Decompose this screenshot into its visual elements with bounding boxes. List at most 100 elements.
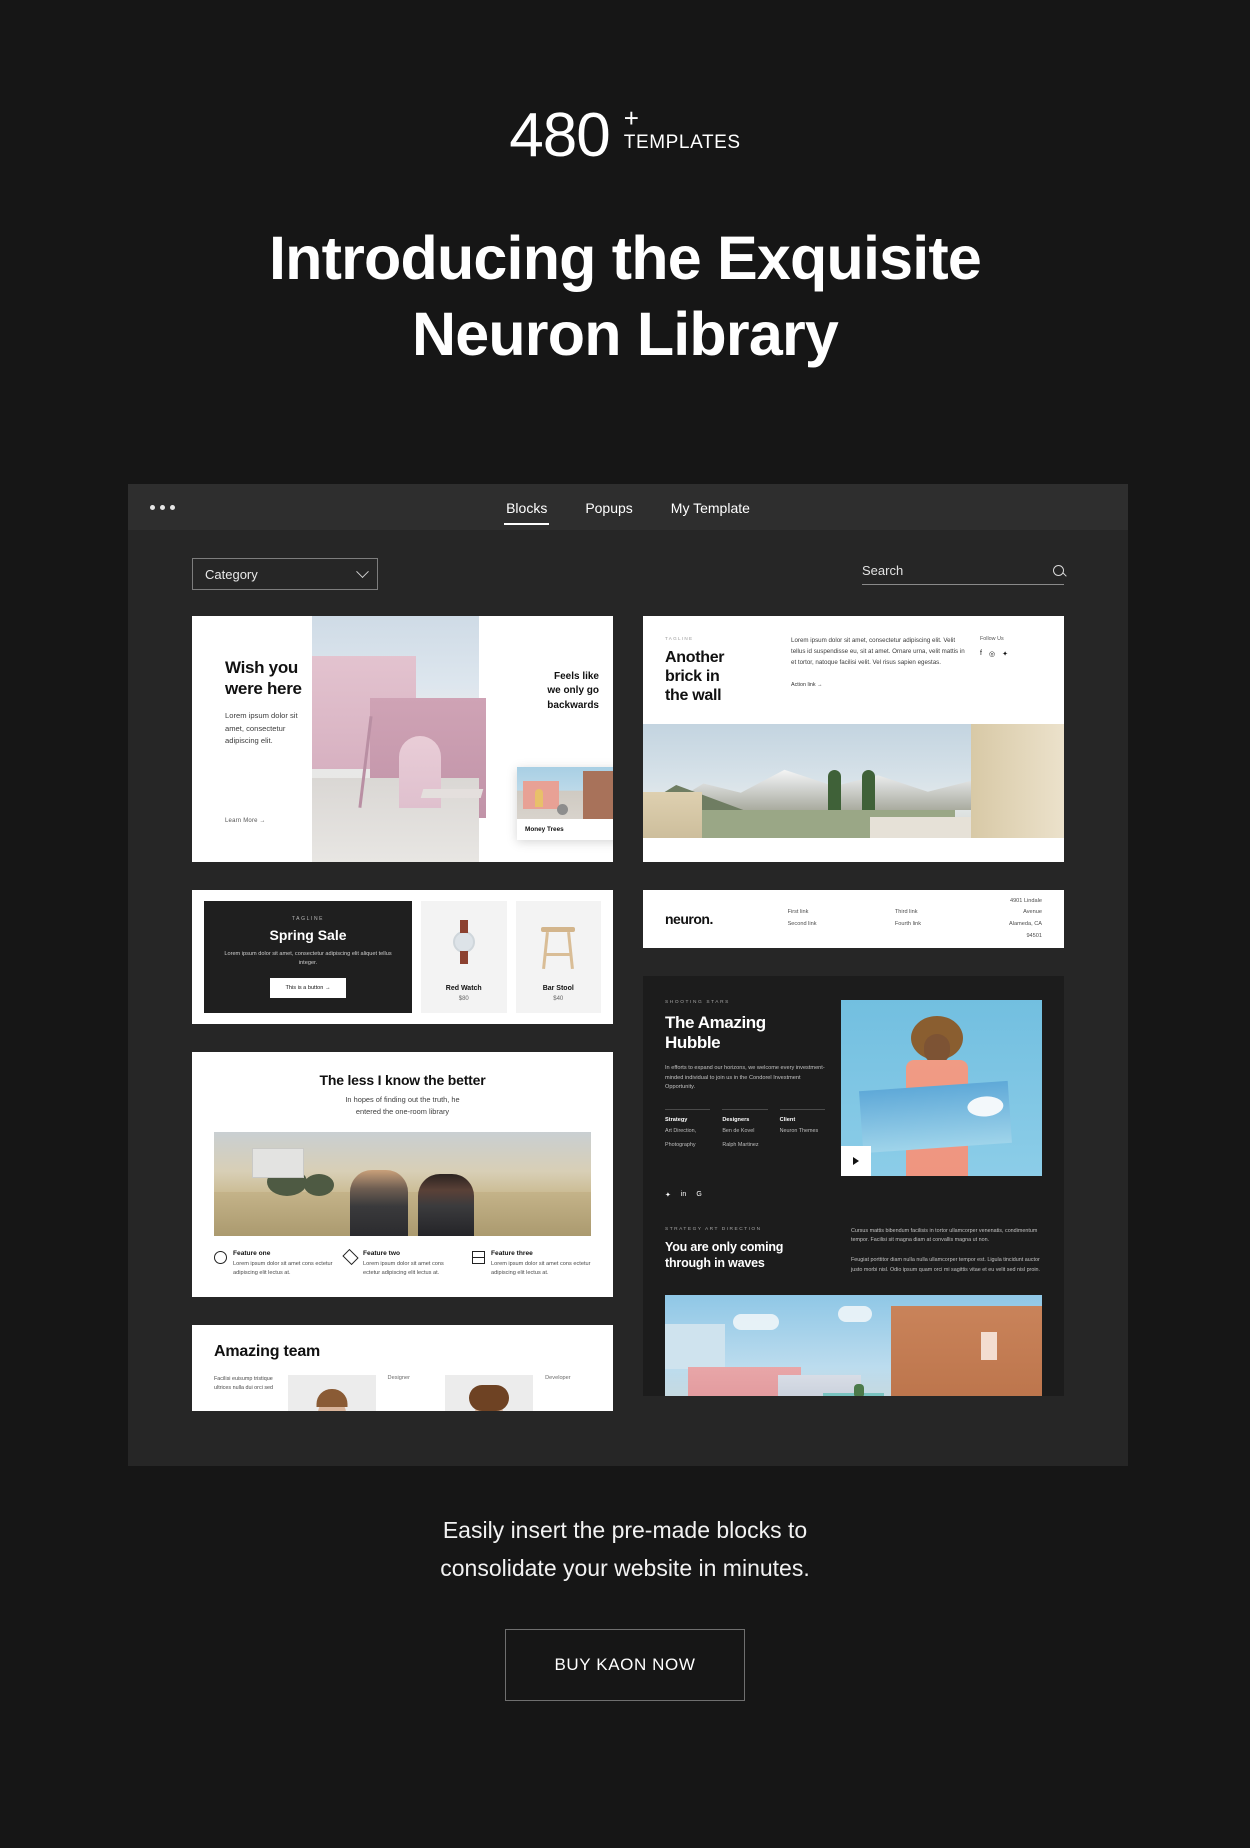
hubble-row: SHOOTING STARS The Amazing Hubble In eff… [665, 1000, 1042, 1199]
brick-title-line3: the wall [665, 687, 722, 705]
team-title: Amazing team [214, 1343, 321, 1360]
footer-link[interactable]: First link [788, 907, 861, 919]
template-card-spring-sale[interactable]: TAGLINE Spring Sale Lorem ipsum dolor si… [192, 890, 613, 1024]
template-card-neuron-footer[interactable]: neuron. First link Second link Third lin… [643, 890, 1064, 948]
money-trees-label-row: Money Trees → [517, 819, 613, 840]
team-avatar [287, 1375, 376, 1411]
team-row: Facilisi euisump tristique ultrices null… [214, 1375, 591, 1411]
wish-learn-more-link[interactable]: Learn More → [225, 818, 266, 824]
wish-side-heading: Feels like we only go backwards [489, 670, 599, 713]
product-card-stool[interactable]: Bar Stool $40 [515, 901, 601, 1013]
team-avatar [445, 1375, 534, 1411]
search-input[interactable]: Search [862, 563, 1064, 585]
page-root: 480 + TEMPLATES Introducing the Exquisit… [0, 0, 1250, 1848]
social-links: f ◎ ✦ [980, 650, 1042, 658]
footer-links-col1: First link Second link [788, 907, 861, 930]
follow-us-label: Follow Us [980, 636, 1004, 642]
hubble-photo [841, 1000, 1042, 1176]
waves-body-block: Cursus mattis bibendum facilisis in tort… [851, 1227, 1042, 1276]
spring-tagline: TAGLINE [291, 915, 325, 922]
linkedin-icon[interactable]: in [681, 1191, 686, 1199]
less-photo [214, 1131, 591, 1236]
wish-text-block: Wish you were here Lorem ipsum dolor sit… [192, 616, 312, 862]
cta-section: Easily insert the pre-made blocks to con… [0, 1512, 1250, 1702]
brick-photo [643, 723, 1064, 838]
template-card-wish-you-were-here[interactable]: Wish you were here Lorem ipsum dolor sit… [192, 616, 613, 862]
rows-icon [472, 1250, 485, 1264]
product-name: Bar Stool [542, 985, 574, 992]
footer-link[interactable]: Fourth link [895, 919, 968, 931]
hubble-meta-item: Strategy Art Direction, Photography [665, 1109, 711, 1150]
cta-text-line2: consolidate your website in minutes. [440, 1554, 810, 1581]
footer-link[interactable]: Third link [895, 907, 968, 919]
template-column-left: Wish you were here Lorem ipsum dolor sit… [192, 616, 613, 1411]
team-role: Developer [545, 1375, 571, 1381]
category-select[interactable]: Category [192, 558, 378, 590]
hubble-title-line1: The Amazing [665, 1013, 766, 1032]
meta-value: Ben de Kovel [722, 1128, 755, 1135]
brick-body: Lorem ipsum dolor sit amet, consectetur … [791, 637, 965, 666]
team-role: Designer [387, 1375, 410, 1381]
team-bio: Facilisi euisump tristique ultrices null… [214, 1376, 274, 1391]
hubble-meta-item: Designers Ben de Kovel Ralph Martinez [722, 1109, 768, 1150]
tab-my-template[interactable]: My Template [669, 486, 752, 529]
count-number: 480 [509, 101, 610, 170]
app-titlebar: Blocks Popups My Template [128, 484, 1128, 530]
template-card-another-brick-in-the-wall[interactable]: TAGLINE Another brick in the wall Lorem … [643, 616, 1064, 862]
meta-value: Art Direction, [665, 1128, 697, 1135]
neuron-logo: neuron. [665, 911, 713, 927]
twitter-icon[interactable]: ✦ [665, 1191, 671, 1199]
hubble-social-links: ✦ in G [665, 1191, 825, 1199]
buy-kaon-now-button[interactable]: BUY KAON NOW [505, 1629, 745, 1702]
category-select-value: Category [205, 566, 258, 582]
count-side: + TEMPLATES [624, 105, 741, 154]
spring-cta-button[interactable]: This is a button → [270, 978, 346, 999]
brick-action-link[interactable]: Action link → [791, 682, 966, 688]
less-subtitle: In hopes of finding out the truth, he en… [214, 1094, 591, 1118]
watch-image [452, 920, 475, 964]
feature-body: Lorem ipsum dolor sit amet cons ectetur … [233, 1260, 333, 1276]
waves-headline-block: STRATEGY ART DIRECTION You are only comi… [665, 1227, 833, 1276]
twitter-icon[interactable]: ✦ [1002, 650, 1008, 658]
footer-address-line1: 4901 Lindale Avenue [1009, 897, 1042, 916]
wish-title-line2: were here [225, 678, 302, 698]
instagram-icon[interactable]: ◎ [989, 650, 995, 658]
wish-side-line1: Feels like [553, 671, 599, 682]
feature-item: Feature two Lorem ipsum dolor sit amet c… [342, 1248, 462, 1278]
product-price: $40 [553, 996, 564, 1002]
count-plus: + [623, 103, 639, 133]
google-icon[interactable]: G [696, 1191, 701, 1199]
product-card-watch[interactable]: Red Watch $80 [421, 901, 507, 1013]
footer-link[interactable]: Second link [788, 919, 861, 931]
brick-follow-block: Follow Us f ◎ ✦ [980, 636, 1042, 706]
meta-value: Neuron Themes [779, 1128, 819, 1135]
hero-section: 480 + TEMPLATES Introducing the Exquisit… [0, 0, 1250, 372]
count-label: TEMPLATES [623, 132, 741, 154]
waves-title-line2: through in waves [665, 1255, 765, 1270]
money-trees-thumbnail [517, 767, 613, 819]
hubble-media-block [841, 1000, 1042, 1199]
brick-title-line1: Another [665, 649, 725, 666]
hubble-title: The Amazing Hubble [665, 1013, 825, 1054]
play-icon[interactable] [841, 1146, 871, 1176]
hubble-tagline: SHOOTING STARS [665, 1000, 730, 1005]
template-card-the-less-i-know-the-better[interactable]: The less I know the better In hopes of f… [192, 1052, 613, 1297]
waves-tagline: STRATEGY ART DIRECTION [665, 1226, 762, 1232]
search-icon[interactable] [1053, 565, 1064, 576]
tab-popups[interactable]: Popups [583, 486, 634, 529]
money-trees-label: Money Trees [525, 826, 564, 833]
money-trees-card[interactable]: Money Trees → [517, 767, 613, 840]
hubble-title-line2: Hubble [665, 1033, 721, 1053]
template-card-amazing-team[interactable]: Amazing team Facilisi euisump tristique … [192, 1325, 613, 1411]
facebook-icon[interactable]: f [980, 650, 982, 658]
app-window: Blocks Popups My Template Category Searc… [128, 484, 1128, 1466]
footer-address: 4901 Lindale Avenue Alameda, CA 94501 [1002, 896, 1042, 943]
search-placeholder: Search [862, 563, 904, 578]
template-card-the-amazing-hubble[interactable]: SHOOTING STARS The Amazing Hubble In eff… [643, 976, 1064, 1396]
tab-blocks[interactable]: Blocks [504, 486, 550, 529]
tab-bar: Blocks Popups My Template [128, 484, 1128, 530]
brick-tagline: TAGLINE [665, 636, 694, 641]
spring-body: Lorem ipsum dolor sit amet, consectetur … [224, 950, 392, 966]
filter-bar: Category Search [192, 558, 1064, 590]
wish-title: Wish you were here [225, 658, 312, 699]
